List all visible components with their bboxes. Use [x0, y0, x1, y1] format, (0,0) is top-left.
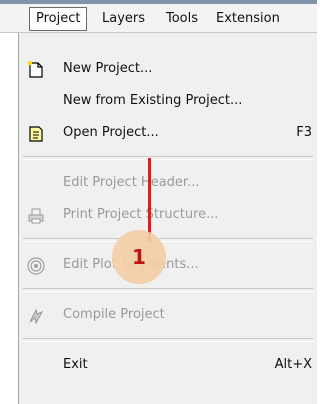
shortcut-label: Alt+X — [274, 357, 312, 372]
menu-item-edit-project-header[interactable]: Edit Project Header... — [19, 168, 318, 200]
project-dropdown-menu: New Project... New from Existing Project… — [18, 33, 317, 404]
menu-separator — [23, 238, 313, 242]
menu-item-new-from-existing[interactable]: New from Existing Project... — [19, 86, 318, 118]
menu-layers[interactable]: Layers — [96, 8, 151, 30]
menu-item-new-project[interactable]: New Project... — [19, 54, 318, 86]
menu-item-label: New Project... — [63, 61, 153, 76]
annotation-pointer-line — [148, 158, 151, 242]
menu-item-label: Print Project Structure... — [63, 207, 219, 222]
menu-project[interactable]: Project — [29, 7, 88, 31]
menu-bar: Project Layers Tools Extension — [0, 0, 317, 33]
menu-tools[interactable]: Tools — [160, 8, 204, 30]
title-strip — [0, 0, 317, 4]
menu-item-exit[interactable]: Exit Alt+X — [19, 350, 318, 382]
menu-extension[interactable]: Extension — [210, 8, 286, 30]
menu-item-label: Compile Project — [63, 307, 165, 322]
menu-item-label: New from Existing Project... — [63, 93, 243, 108]
menu-separator — [23, 338, 313, 342]
menu-item-open-project[interactable]: Open Project... F3 — [19, 118, 318, 150]
annotation-badge: 1 — [112, 230, 166, 284]
menu-item-label: Exit — [63, 357, 88, 372]
target-icon — [27, 257, 45, 275]
menu-separator — [23, 156, 313, 160]
annotation-number: 1 — [132, 245, 146, 269]
menu-item-label: Edit Project Header... — [63, 175, 200, 190]
menu-separator — [23, 288, 313, 292]
menu-item-print-project-structure[interactable]: Print Project Structure... — [19, 200, 318, 232]
menu-item-label: Open Project... — [63, 125, 159, 140]
printer-icon — [27, 207, 45, 225]
new-document-icon — [27, 61, 45, 79]
compile-icon — [27, 307, 45, 325]
shortcut-label: F3 — [296, 125, 312, 140]
open-document-icon — [27, 125, 45, 143]
menu-item-edit-plot-segments[interactable]: Edit Plot Segments... — [19, 250, 318, 282]
menu-item-compile-project[interactable]: Compile Project — [19, 300, 318, 332]
